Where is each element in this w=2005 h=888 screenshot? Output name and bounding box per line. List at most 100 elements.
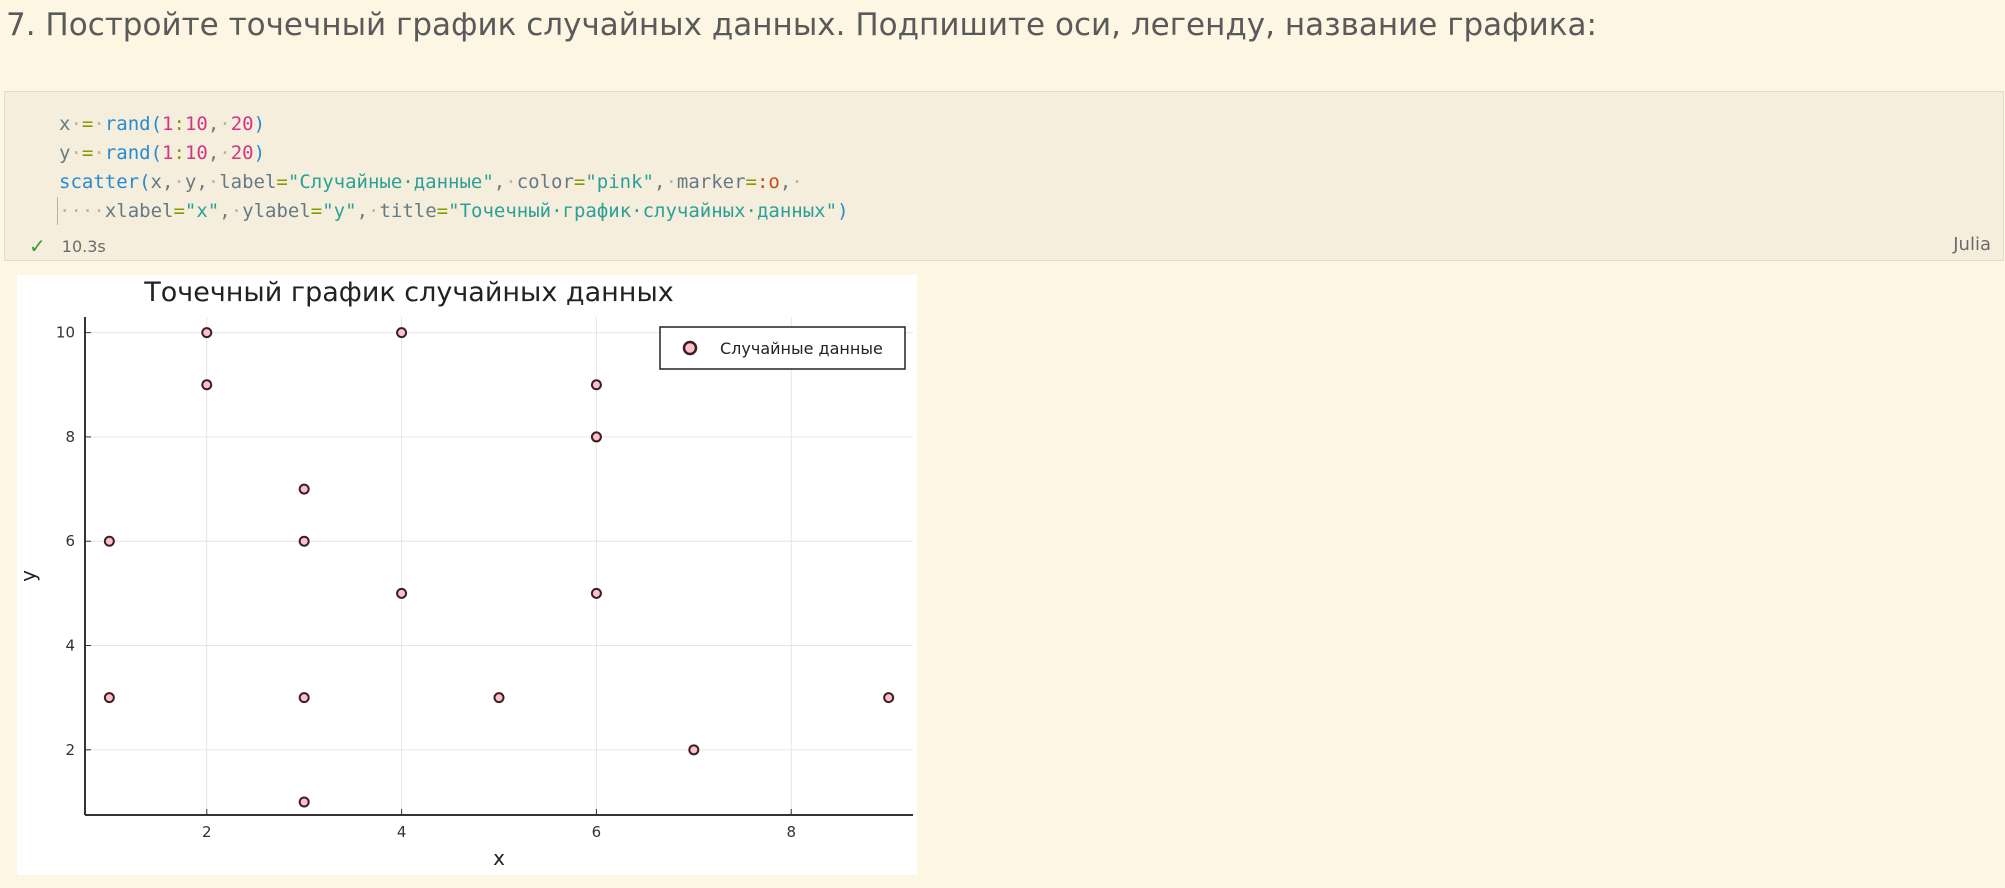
- code-token: 1: [162, 113, 174, 135]
- data-point: [396, 587, 408, 599]
- code-token: =: [310, 200, 323, 222]
- code-token: ,: [207, 113, 220, 135]
- x-axis-label: x: [493, 846, 505, 870]
- code-token: 10: [184, 113, 208, 135]
- code-token: ·: [70, 142, 82, 164]
- code-token: xlabel: [104, 200, 174, 222]
- code-token: color: [516, 171, 574, 193]
- code-token: ,: [219, 200, 231, 222]
- data-point: [590, 379, 602, 391]
- code-token: ·: [219, 113, 231, 135]
- code-token: ·: [368, 200, 380, 222]
- data-point: [298, 483, 310, 495]
- code-token: ·: [81, 200, 94, 222]
- code-token: 10: [184, 142, 208, 164]
- data-point: [103, 535, 115, 547]
- code-token: ,: [207, 142, 220, 164]
- scatter-plot: 2 4 6 8 2 4 6 8 10 Точечный график случайных данн…: [17, 275, 917, 875]
- data-point: [103, 692, 115, 704]
- code-token: 20: [230, 142, 254, 164]
- code-token: =: [173, 200, 185, 222]
- code-token: y: [59, 142, 71, 164]
- code-token: =: [81, 113, 94, 135]
- x-tick-label: 4: [397, 823, 407, 841]
- x-tick-label: 2: [202, 823, 212, 841]
- code-token: "y": [322, 200, 357, 222]
- y-tick-label: 4: [65, 637, 75, 655]
- code-token: ·: [505, 171, 517, 193]
- code-token: 20: [230, 113, 254, 135]
- code-token: ·: [230, 200, 243, 222]
- code-token: (: [150, 113, 163, 135]
- code-token: rand: [104, 113, 151, 135]
- code-editor[interactable]: x·=·rand(1:10,·20) y·=·rand(1:10,·20) scat…: [59, 110, 849, 226]
- code-cell[interactable]: x·=·rand(1:10,·20) y·=·rand(1:10,·20) scat…: [4, 91, 2004, 261]
- data-point: [590, 587, 602, 599]
- code-token: title: [379, 200, 437, 222]
- code-token: ,: [779, 171, 792, 193]
- y-tick-label: 6: [65, 532, 75, 550]
- code-line: ····xlabel="x",·ylabel="y",·title="Точеч…: [59, 197, 849, 226]
- data-point: [883, 692, 895, 704]
- data-point: [201, 327, 213, 339]
- data-point: [201, 379, 213, 391]
- code-token: ,: [356, 200, 369, 222]
- y-tick-label: 2: [65, 741, 75, 759]
- x-tick-label: 8: [786, 823, 796, 841]
- chart-title: Точечный график случайных данных: [143, 277, 674, 308]
- code-token: (: [139, 171, 151, 193]
- code-token: (: [150, 142, 163, 164]
- code-token: ): [253, 113, 266, 135]
- indent-guide: [57, 197, 58, 225]
- code-token: scatter: [59, 171, 140, 193]
- data-point: [493, 692, 505, 704]
- code-token: y,: [184, 171, 208, 193]
- code-token: "Точечный·график·случайных·данных": [448, 200, 838, 222]
- legend-label: Случайные данные: [720, 339, 883, 358]
- code-token: ): [837, 200, 849, 222]
- code-token: ·: [207, 171, 220, 193]
- code-token: :o: [756, 171, 780, 193]
- code-line: y·=·rand(1:10,·20): [59, 139, 849, 168]
- code-token: x: [59, 113, 71, 135]
- data-point: [688, 744, 700, 756]
- code-token: ,: [653, 171, 666, 193]
- code-token: x,: [150, 171, 174, 193]
- code-token: :: [173, 113, 185, 135]
- code-token: label: [219, 171, 277, 193]
- code-token: =: [81, 142, 94, 164]
- code-token: ·: [665, 171, 677, 193]
- legend-marker: [682, 340, 698, 356]
- execution-time: 10.3s: [61, 236, 106, 256]
- data-point: [396, 327, 408, 339]
- code-token: ·: [59, 200, 71, 222]
- x-tick-label: 6: [592, 823, 602, 841]
- code-token: "pink": [585, 171, 654, 193]
- code-token: =: [436, 200, 449, 222]
- code-token: ·: [219, 142, 231, 164]
- code-token: :: [173, 142, 185, 164]
- y-tick-label: 10: [56, 324, 75, 342]
- code-line: scatter(x,·y,·label="Случайные·данные",·…: [59, 168, 849, 197]
- code-token: ·: [93, 142, 105, 164]
- code-token: "x": [184, 200, 220, 222]
- code-token: ·: [93, 113, 105, 135]
- code-token: marker: [676, 171, 746, 193]
- task-heading: 7. Постройте точечный график случайных д…: [6, 7, 1597, 43]
- code-token: 1: [162, 142, 174, 164]
- check-icon: ✓: [29, 234, 46, 258]
- code-token: ·: [173, 171, 185, 193]
- notebook-page: 7. Постройте точечный график случайных д…: [0, 0, 2005, 888]
- code-line: x·=·rand(1:10,·20): [59, 110, 849, 139]
- code-token: ·: [70, 113, 82, 135]
- code-token: "Случайные·данные": [287, 171, 494, 193]
- code-token: ·: [791, 171, 803, 193]
- code-token: ): [253, 142, 266, 164]
- code-token: =: [573, 171, 586, 193]
- y-axis-label: y: [17, 570, 40, 582]
- execution-status: ✓ 10.3s: [29, 234, 106, 258]
- data-point: [298, 692, 310, 704]
- code-token: =: [276, 171, 288, 193]
- language-indicator[interactable]: Julia: [1953, 234, 1991, 255]
- y-tick-label: 8: [65, 428, 75, 446]
